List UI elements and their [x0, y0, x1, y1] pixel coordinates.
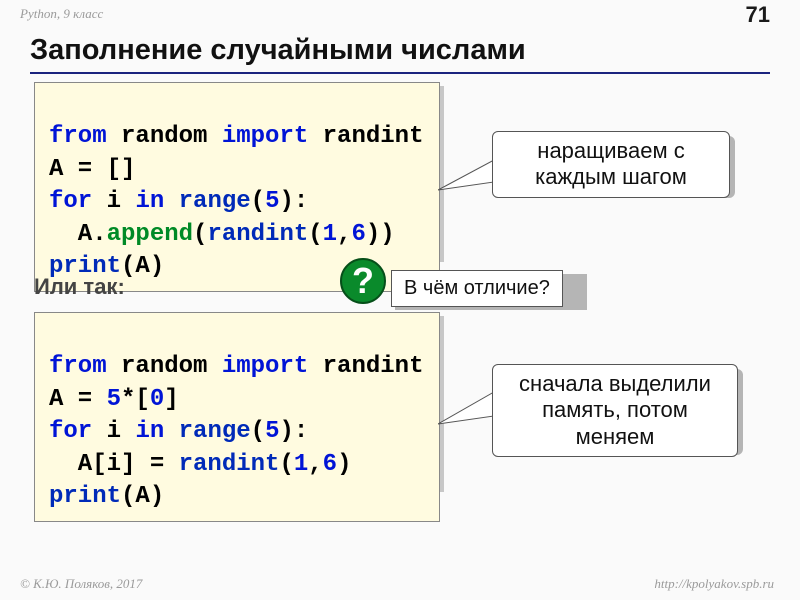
- callout-1: наращиваем с каждым шагом: [492, 131, 730, 198]
- code-block-1: from random import randint A = [] for i …: [34, 82, 440, 292]
- method-append: append: [107, 221, 193, 248]
- kw-import: import: [222, 353, 308, 380]
- footer-author: © К.Ю. Поляков, 2017: [20, 576, 142, 592]
- fn-range: range: [179, 188, 251, 215]
- kw-import: import: [222, 123, 308, 150]
- fn-print: print: [49, 483, 121, 510]
- slide: Python, 9 класс 71 Заполнение случайными…: [0, 0, 800, 600]
- kw-from: from: [49, 123, 107, 150]
- fn-randint: randint: [179, 451, 280, 478]
- question-box: В чём отличие?: [391, 270, 563, 307]
- callout1-tail: [438, 160, 498, 200]
- kw-in: in: [135, 188, 164, 215]
- kw-for: for: [49, 418, 92, 445]
- page-number: 71: [746, 2, 770, 28]
- footer-url: http://kpolyakov.spb.ru: [654, 576, 774, 592]
- course-label: Python, 9 класс: [20, 6, 103, 22]
- kw-in: in: [135, 418, 164, 445]
- kw-from: from: [49, 353, 107, 380]
- fn-range: range: [179, 418, 251, 445]
- or-label: Или так:: [34, 274, 125, 300]
- question-badge-icon: ?: [340, 258, 386, 304]
- fn-randint: randint: [207, 221, 308, 248]
- code-block-2: from random import randint A = 5*[0] for…: [34, 312, 440, 522]
- title-underline: [30, 72, 770, 74]
- kw-for: for: [49, 188, 92, 215]
- callout-2: сначала выделили память, потом меняем: [492, 364, 738, 457]
- callout2-tail: [438, 392, 498, 434]
- page-title: Заполнение случайными числами: [30, 34, 526, 67]
